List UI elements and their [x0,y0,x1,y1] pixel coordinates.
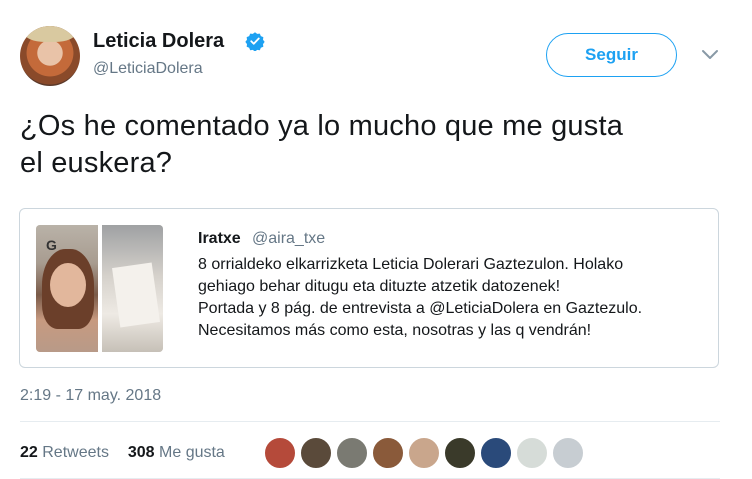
liker-avatar[interactable] [444,437,476,469]
tweet-text-line: el euskera? [20,147,173,179]
quoted-tweet[interactable]: G Iratxe @aira_txe 8 orrialdeko elkarriz… [19,208,719,368]
quoted-tweet-text: 8 orrialdeko elkarrizketa Leticia Dolera… [198,254,708,342]
likes-count[interactable]: 308 [128,444,155,461]
likes-label[interactable]: Me gusta [159,444,225,461]
liker-avatar[interactable] [300,437,332,469]
quoted-text-line: 8 orrialdeko elkarrizketa Leticia Dolera… [198,256,624,273]
engagement-stats: 22 Retweets 308 Me gusta [20,444,225,462]
chevron-down-icon[interactable] [700,48,720,62]
liker-avatar[interactable] [372,437,404,469]
author-name[interactable]: Leticia Dolera [93,30,224,53]
author-handle[interactable]: @LeticiaDolera [93,60,203,78]
quoted-text-line: Portada y 8 pág. de entrevista a @Letici… [198,300,643,317]
follow-button[interactable]: Seguir [546,33,677,77]
liker-avatar[interactable] [336,437,368,469]
author-avatar[interactable] [20,26,80,86]
quoted-author-name[interactable]: Iratxe [198,230,241,248]
quoted-tweet-image[interactable]: G [36,225,163,352]
retweets-count[interactable]: 22 [20,444,38,461]
liker-avatar[interactable] [264,437,296,469]
retweets-label[interactable]: Retweets [42,444,109,461]
liker-avatar[interactable] [516,437,548,469]
verified-badge-icon [245,32,265,51]
magazine-logo: G [46,237,57,253]
quoted-text-line: gehiago behar ditugu eta dituzte atzetik… [198,278,561,295]
tweet-text: ¿Os he comentado ya lo mucho que me gust… [20,108,730,182]
liker-avatar[interactable] [408,437,440,469]
quoted-text-line: Necesitamos más como esta, nosotras y la… [198,322,592,339]
tweet-text-line: ¿Os he comentado ya lo mucho que me gust… [20,110,624,142]
tweet-timestamp[interactable]: 2:19 - 17 may. 2018 [20,387,161,405]
quoted-author-handle[interactable]: @aira_txe [252,230,325,248]
divider [20,421,720,422]
liker-avatar[interactable] [552,437,584,469]
liker-avatar[interactable] [480,437,512,469]
